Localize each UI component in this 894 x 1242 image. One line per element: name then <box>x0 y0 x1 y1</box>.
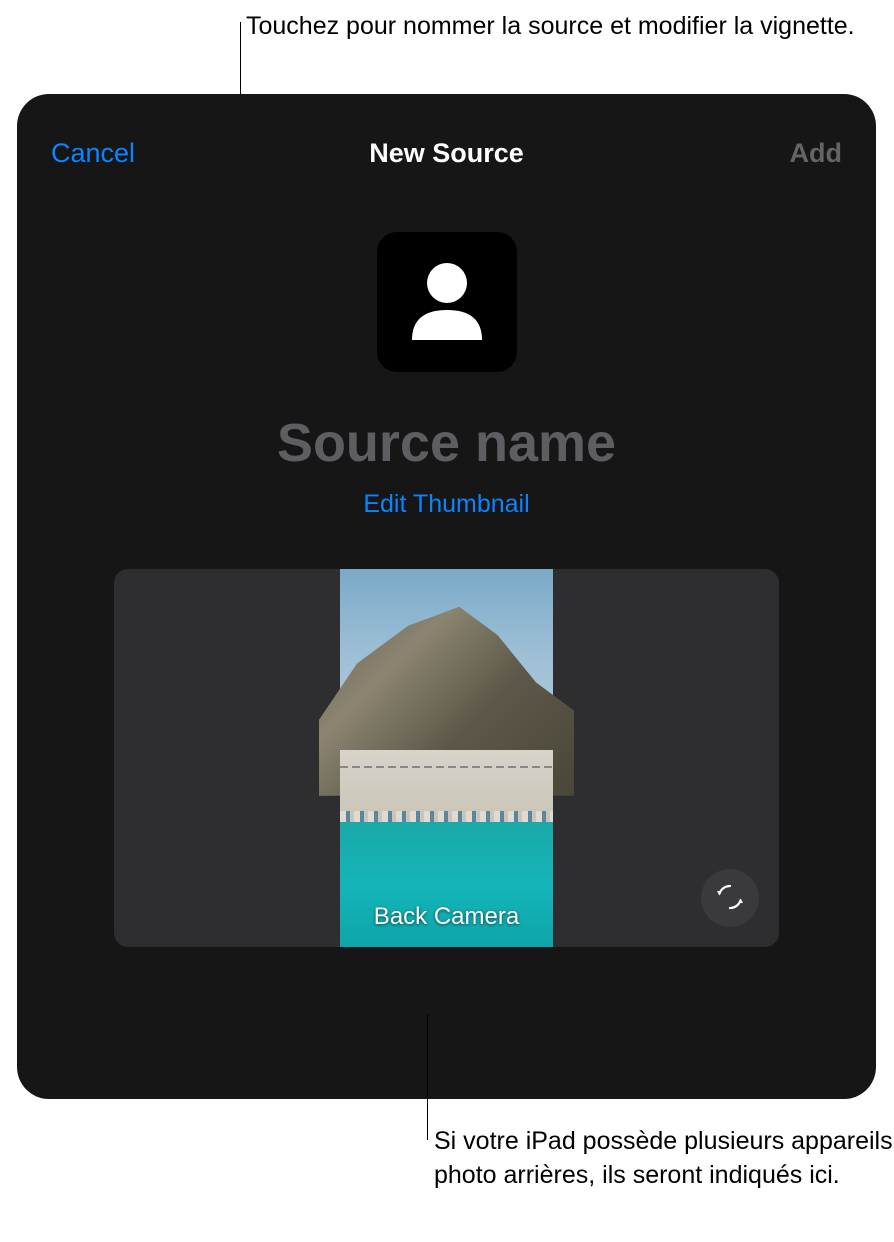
flip-camera-icon <box>713 880 747 917</box>
cancel-button[interactable]: Cancel <box>51 138 135 169</box>
add-button[interactable]: Add <box>790 138 842 169</box>
avatar-placeholder[interactable] <box>377 232 517 372</box>
camera-label: Back Camera <box>374 903 519 931</box>
person-icon <box>397 250 497 355</box>
source-name-input[interactable] <box>17 412 876 474</box>
camera-preview-image: Back Camera <box>340 569 553 947</box>
modal-header: Cancel New Source Add <box>17 94 876 176</box>
callout-bottom-line <box>427 1014 428 1140</box>
new-source-modal: Cancel New Source Add Edit Thumbnail Bac… <box>17 94 876 1099</box>
avatar-section: Edit Thumbnail <box>17 232 876 519</box>
camera-preview-container: Back Camera <box>114 569 779 947</box>
edit-thumbnail-button[interactable]: Edit Thumbnail <box>363 490 529 519</box>
callout-bottom-text: Si votre iPad possède plusieurs appareil… <box>434 1125 894 1193</box>
modal-title: New Source <box>369 138 524 169</box>
flip-camera-button[interactable] <box>701 869 759 927</box>
callout-top-text: Touchez pour nommer la source et modifie… <box>246 10 855 44</box>
